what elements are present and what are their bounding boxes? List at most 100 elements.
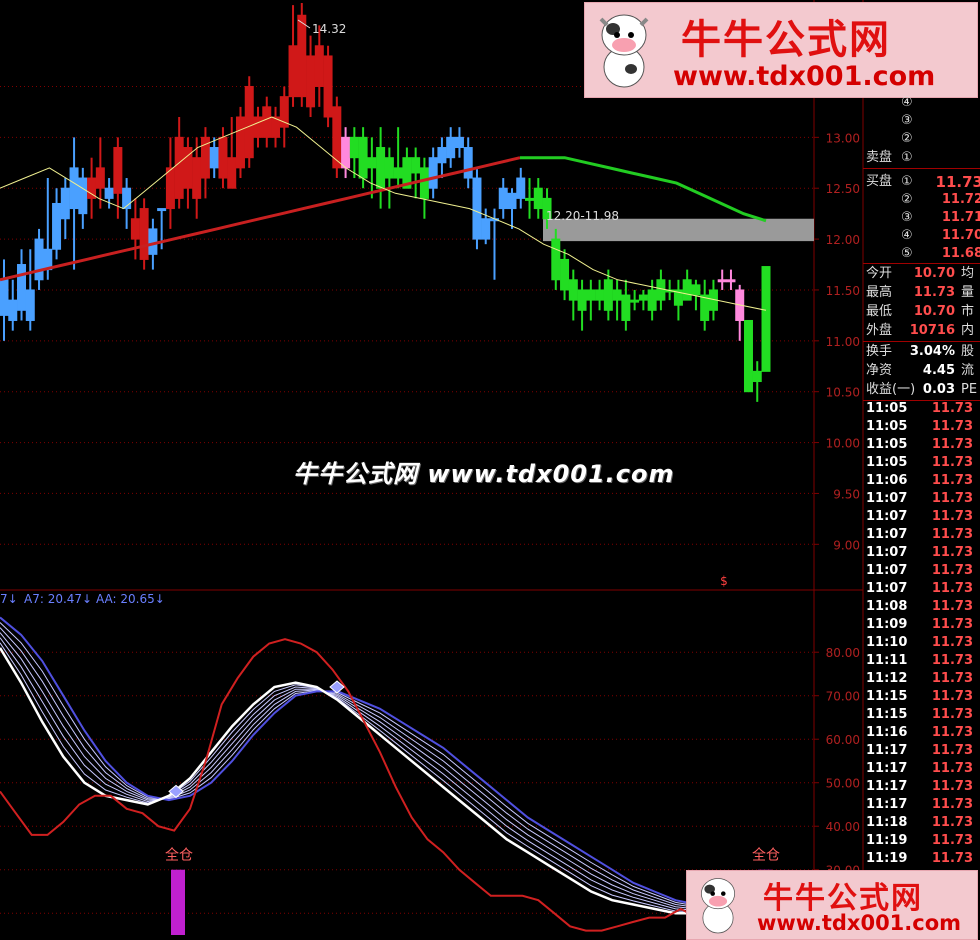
price-tick-label: 10.00 — [826, 437, 860, 451]
divider — [863, 168, 980, 169]
tick-row: 11:10 11.73 — [863, 634, 980, 652]
tick-price: 11.73 — [931, 797, 973, 812]
tick-price: 11.73 — [931, 527, 973, 542]
candle-body — [647, 289, 657, 311]
candle-body — [630, 299, 640, 303]
candle-body — [113, 147, 123, 194]
quote-outer: 外盘 10716 内 — [866, 323, 975, 338]
candle-body — [682, 279, 692, 301]
tick-time: 11:12 — [866, 671, 908, 686]
tick-time: 11:17 — [866, 761, 908, 776]
buy-level-5: ⑤ 11.68 — [901, 246, 980, 261]
buy-level-2: ② 11.72 — [901, 192, 980, 207]
tick-row: 11:11 11.73 — [863, 652, 980, 670]
candle-body — [717, 279, 727, 283]
signal-label: 全仓 — [165, 847, 193, 864]
tick-time: 11:17 — [866, 797, 908, 812]
candle-body — [130, 218, 140, 240]
candle-body — [157, 208, 167, 212]
candle-body — [454, 136, 464, 149]
candle-body — [481, 218, 491, 240]
tick-row: 11:07 11.73 — [863, 544, 980, 562]
candle-body — [148, 228, 158, 255]
candle-body — [262, 106, 272, 138]
candle-body — [428, 157, 438, 189]
signal-bar — [171, 869, 185, 935]
tick-time: 11:19 — [866, 833, 908, 848]
candle-body — [393, 167, 403, 179]
candle-body — [60, 187, 70, 220]
tick-price: 11.73 — [931, 617, 973, 632]
candle-body — [367, 157, 377, 169]
tick-time: 11:07 — [866, 527, 908, 542]
candle-body — [726, 279, 736, 283]
candle-body — [297, 14, 307, 98]
candle-body — [586, 289, 596, 301]
candle-body — [25, 289, 35, 321]
tick-price: 11.73 — [931, 653, 973, 668]
candle-body — [174, 136, 184, 199]
candle-body — [612, 289, 622, 301]
tick-price: 11.73 — [931, 689, 973, 704]
tick-price: 11.73 — [931, 761, 973, 776]
ind-tick-label: 80.00 — [826, 646, 860, 660]
tick-time: 11:08 — [866, 599, 908, 614]
band-line — [0, 622, 760, 911]
candle-body — [638, 294, 648, 301]
ind-tick-label: 70.00 — [826, 690, 860, 704]
candle-body — [323, 55, 333, 118]
sell-level-4: ④ — [901, 95, 913, 110]
tick-price: 11.73 — [931, 545, 973, 560]
tick-row: 11:12 11.73 — [863, 670, 980, 688]
candle-body — [551, 238, 561, 281]
tick-row: 11:06 11.73 — [863, 472, 980, 490]
legend-a7: A7: 20.47↓ — [24, 592, 92, 606]
candle-body — [516, 177, 526, 199]
tick-time: 11:17 — [866, 779, 908, 794]
candle-body — [384, 157, 394, 179]
quote-open: 今开 10.70 均 — [866, 266, 975, 281]
high-price-label: 14.32 — [312, 22, 346, 36]
cow-mascot-icon — [599, 14, 649, 88]
tick-row: 11:07 11.73 — [863, 508, 980, 526]
tick-price: 11.73 — [931, 833, 973, 848]
tick-time: 11:07 — [866, 545, 908, 560]
tick-row: 11:07 11.73 — [863, 526, 980, 544]
sell-level-1: 卖盘 ① — [866, 150, 913, 165]
tick-time: 11:05 — [866, 437, 908, 452]
price-tick-label: 11.50 — [826, 284, 860, 298]
candle-body — [218, 136, 228, 179]
candle-body — [314, 45, 324, 87]
price-tick-label: 12.50 — [826, 182, 860, 196]
sell-level-3: ③ — [901, 113, 913, 128]
tick-price: 11.73 — [931, 491, 973, 506]
buy-label: 买盘 — [866, 174, 893, 189]
candle-body — [595, 289, 605, 301]
candle-body — [244, 85, 254, 159]
candle-body — [227, 157, 237, 189]
tick-price: 11.73 — [931, 851, 973, 866]
price-tick-label: 9.50 — [833, 487, 860, 501]
divider — [863, 341, 980, 342]
candle-body — [603, 279, 613, 311]
legend-prefix: 7↓ — [0, 592, 18, 606]
tick-row: 11:16 11.73 — [863, 724, 980, 742]
tick-row: 11:08 11.73 — [863, 598, 980, 616]
candle-body — [568, 279, 578, 301]
candle-body — [165, 167, 175, 210]
tick-row: 11:07 11.73 — [863, 562, 980, 580]
candle-body — [253, 116, 263, 138]
tick-time: 11:18 — [866, 815, 908, 830]
cow-mascot-icon — [700, 878, 736, 934]
candle-body — [533, 187, 543, 210]
candle-body — [104, 187, 114, 199]
candle-body — [507, 192, 517, 210]
tick-time: 11:07 — [866, 509, 908, 524]
price-tick-label: 13.00 — [826, 131, 860, 145]
tick-row: 11:15 11.73 — [863, 688, 980, 706]
candle-body — [341, 136, 351, 169]
fund-turnover: 换手 3.04% 股 — [866, 344, 975, 359]
tick-time: 11:10 — [866, 635, 908, 650]
range-label: 12.20-11.98 — [546, 209, 619, 223]
tick-row: 11:17 11.73 — [863, 742, 980, 760]
